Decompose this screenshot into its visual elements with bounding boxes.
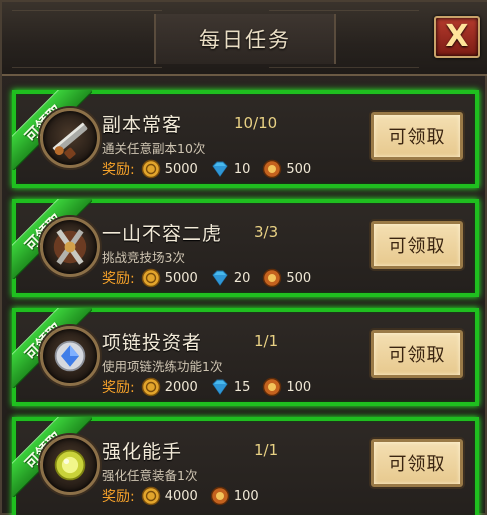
reward-coins: 2000	[141, 377, 198, 397]
reward-label: 奖励:	[102, 380, 135, 396]
claim-button-label: 可领取	[388, 454, 446, 475]
claim-button-label: 可领取	[388, 236, 446, 257]
task-description: 强化任意装备1次	[102, 468, 198, 483]
task-progress: 3/3	[254, 223, 279, 241]
close-icon: X	[445, 19, 469, 54]
reward-exp: 500	[262, 159, 311, 179]
reward-gems: 10	[210, 159, 251, 179]
task-description: 通关任意副本10次	[102, 141, 206, 156]
reward-coins-value: 5000	[164, 161, 198, 177]
reward-row: 奖励: 5000 20 500	[102, 267, 323, 289]
title-plate: 每日任务	[154, 14, 336, 64]
claim-button-label: 可领取	[388, 127, 446, 148]
claim-button-label: 可领取	[388, 345, 446, 366]
reward-exp-value: 500	[286, 270, 312, 286]
task-name: 项链投资者	[102, 332, 203, 354]
crossed-swords-icon	[40, 217, 100, 277]
necklace-gem-icon	[40, 326, 100, 386]
coin-icon	[141, 268, 160, 288]
reward-exp-value: 100	[286, 379, 312, 395]
reward-gems: 20	[210, 268, 251, 288]
reward-row: 奖励: 4000 100	[102, 485, 271, 507]
exp-orb-icon	[210, 486, 230, 506]
panel-header: 每日任务 X	[2, 2, 487, 76]
reward-gems: 15	[210, 377, 251, 397]
close-button[interactable]: X	[434, 16, 480, 58]
task-card: 可领取 项链投资者 1/1 使用项链洗练功能1次 奖励: 2000 15	[12, 308, 479, 406]
task-progress: 1/1	[254, 441, 279, 459]
yellow-gem-icon	[40, 435, 100, 495]
reward-coins: 5000	[141, 268, 198, 288]
task-description: 使用项链洗练功能1次	[102, 359, 223, 374]
reward-gems-value: 15	[233, 379, 251, 395]
claim-button[interactable]: 可领取	[371, 221, 463, 269]
task-name: 副本常客	[102, 114, 183, 136]
reward-coins-value: 5000	[164, 270, 198, 286]
claim-button[interactable]: 可领取	[371, 330, 463, 378]
exp-orb-icon	[263, 377, 282, 397]
daily-tasks-panel: 每日任务 X 可领取 副本常客 10/10 通关任意副本10次 奖励: 5000	[0, 0, 487, 515]
task-name: 强化能手	[102, 441, 183, 463]
sword-icon	[40, 108, 100, 168]
panel-title: 每日任务	[199, 28, 291, 52]
reward-coins-value: 4000	[164, 488, 198, 504]
reward-exp-value: 500	[286, 161, 312, 177]
task-progress: 1/1	[254, 332, 279, 350]
coin-icon	[141, 377, 160, 397]
reward-row: 奖励: 5000 10 500	[102, 158, 323, 180]
claim-button[interactable]: 可领取	[371, 439, 463, 487]
reward-coins: 4000	[141, 486, 198, 506]
reward-label: 奖励:	[102, 489, 135, 505]
reward-coins-value: 2000	[164, 379, 198, 395]
exp-orb-icon	[263, 268, 282, 288]
coin-icon	[141, 486, 160, 506]
reward-gems-value: 20	[233, 270, 251, 286]
reward-gems-value: 10	[233, 161, 251, 177]
task-description: 挑战竞技场3次	[102, 250, 185, 265]
diamond-icon	[212, 379, 228, 395]
reward-row: 奖励: 2000 15 100	[102, 376, 323, 398]
task-card: 可领取 副本常客 10/10 通关任意副本10次 奖励: 5000 10	[12, 90, 479, 188]
exp-orb-icon	[263, 159, 282, 179]
reward-exp-value: 100	[233, 488, 259, 504]
diamond-icon	[212, 161, 228, 177]
reward-label: 奖励:	[102, 271, 135, 287]
task-card: 可领取 一山不容二虎 3/3 挑战竞技场3次 奖励: 5000 20	[12, 199, 479, 297]
reward-label: 奖励:	[102, 162, 135, 178]
task-progress: 10/10	[234, 114, 278, 132]
coin-icon	[141, 159, 160, 179]
reward-coins: 5000	[141, 159, 198, 179]
task-card: 可领取 强化能手 1/1 强化任意装备1次 奖励: 4000 100 可领取	[12, 417, 479, 515]
diamond-icon	[212, 270, 228, 286]
claim-button[interactable]: 可领取	[371, 112, 463, 160]
reward-exp: 100	[210, 486, 259, 506]
header-ornament-left	[12, 10, 162, 68]
task-name: 一山不容二虎	[102, 223, 223, 245]
reward-exp: 500	[262, 268, 311, 288]
reward-exp: 100	[262, 377, 311, 397]
